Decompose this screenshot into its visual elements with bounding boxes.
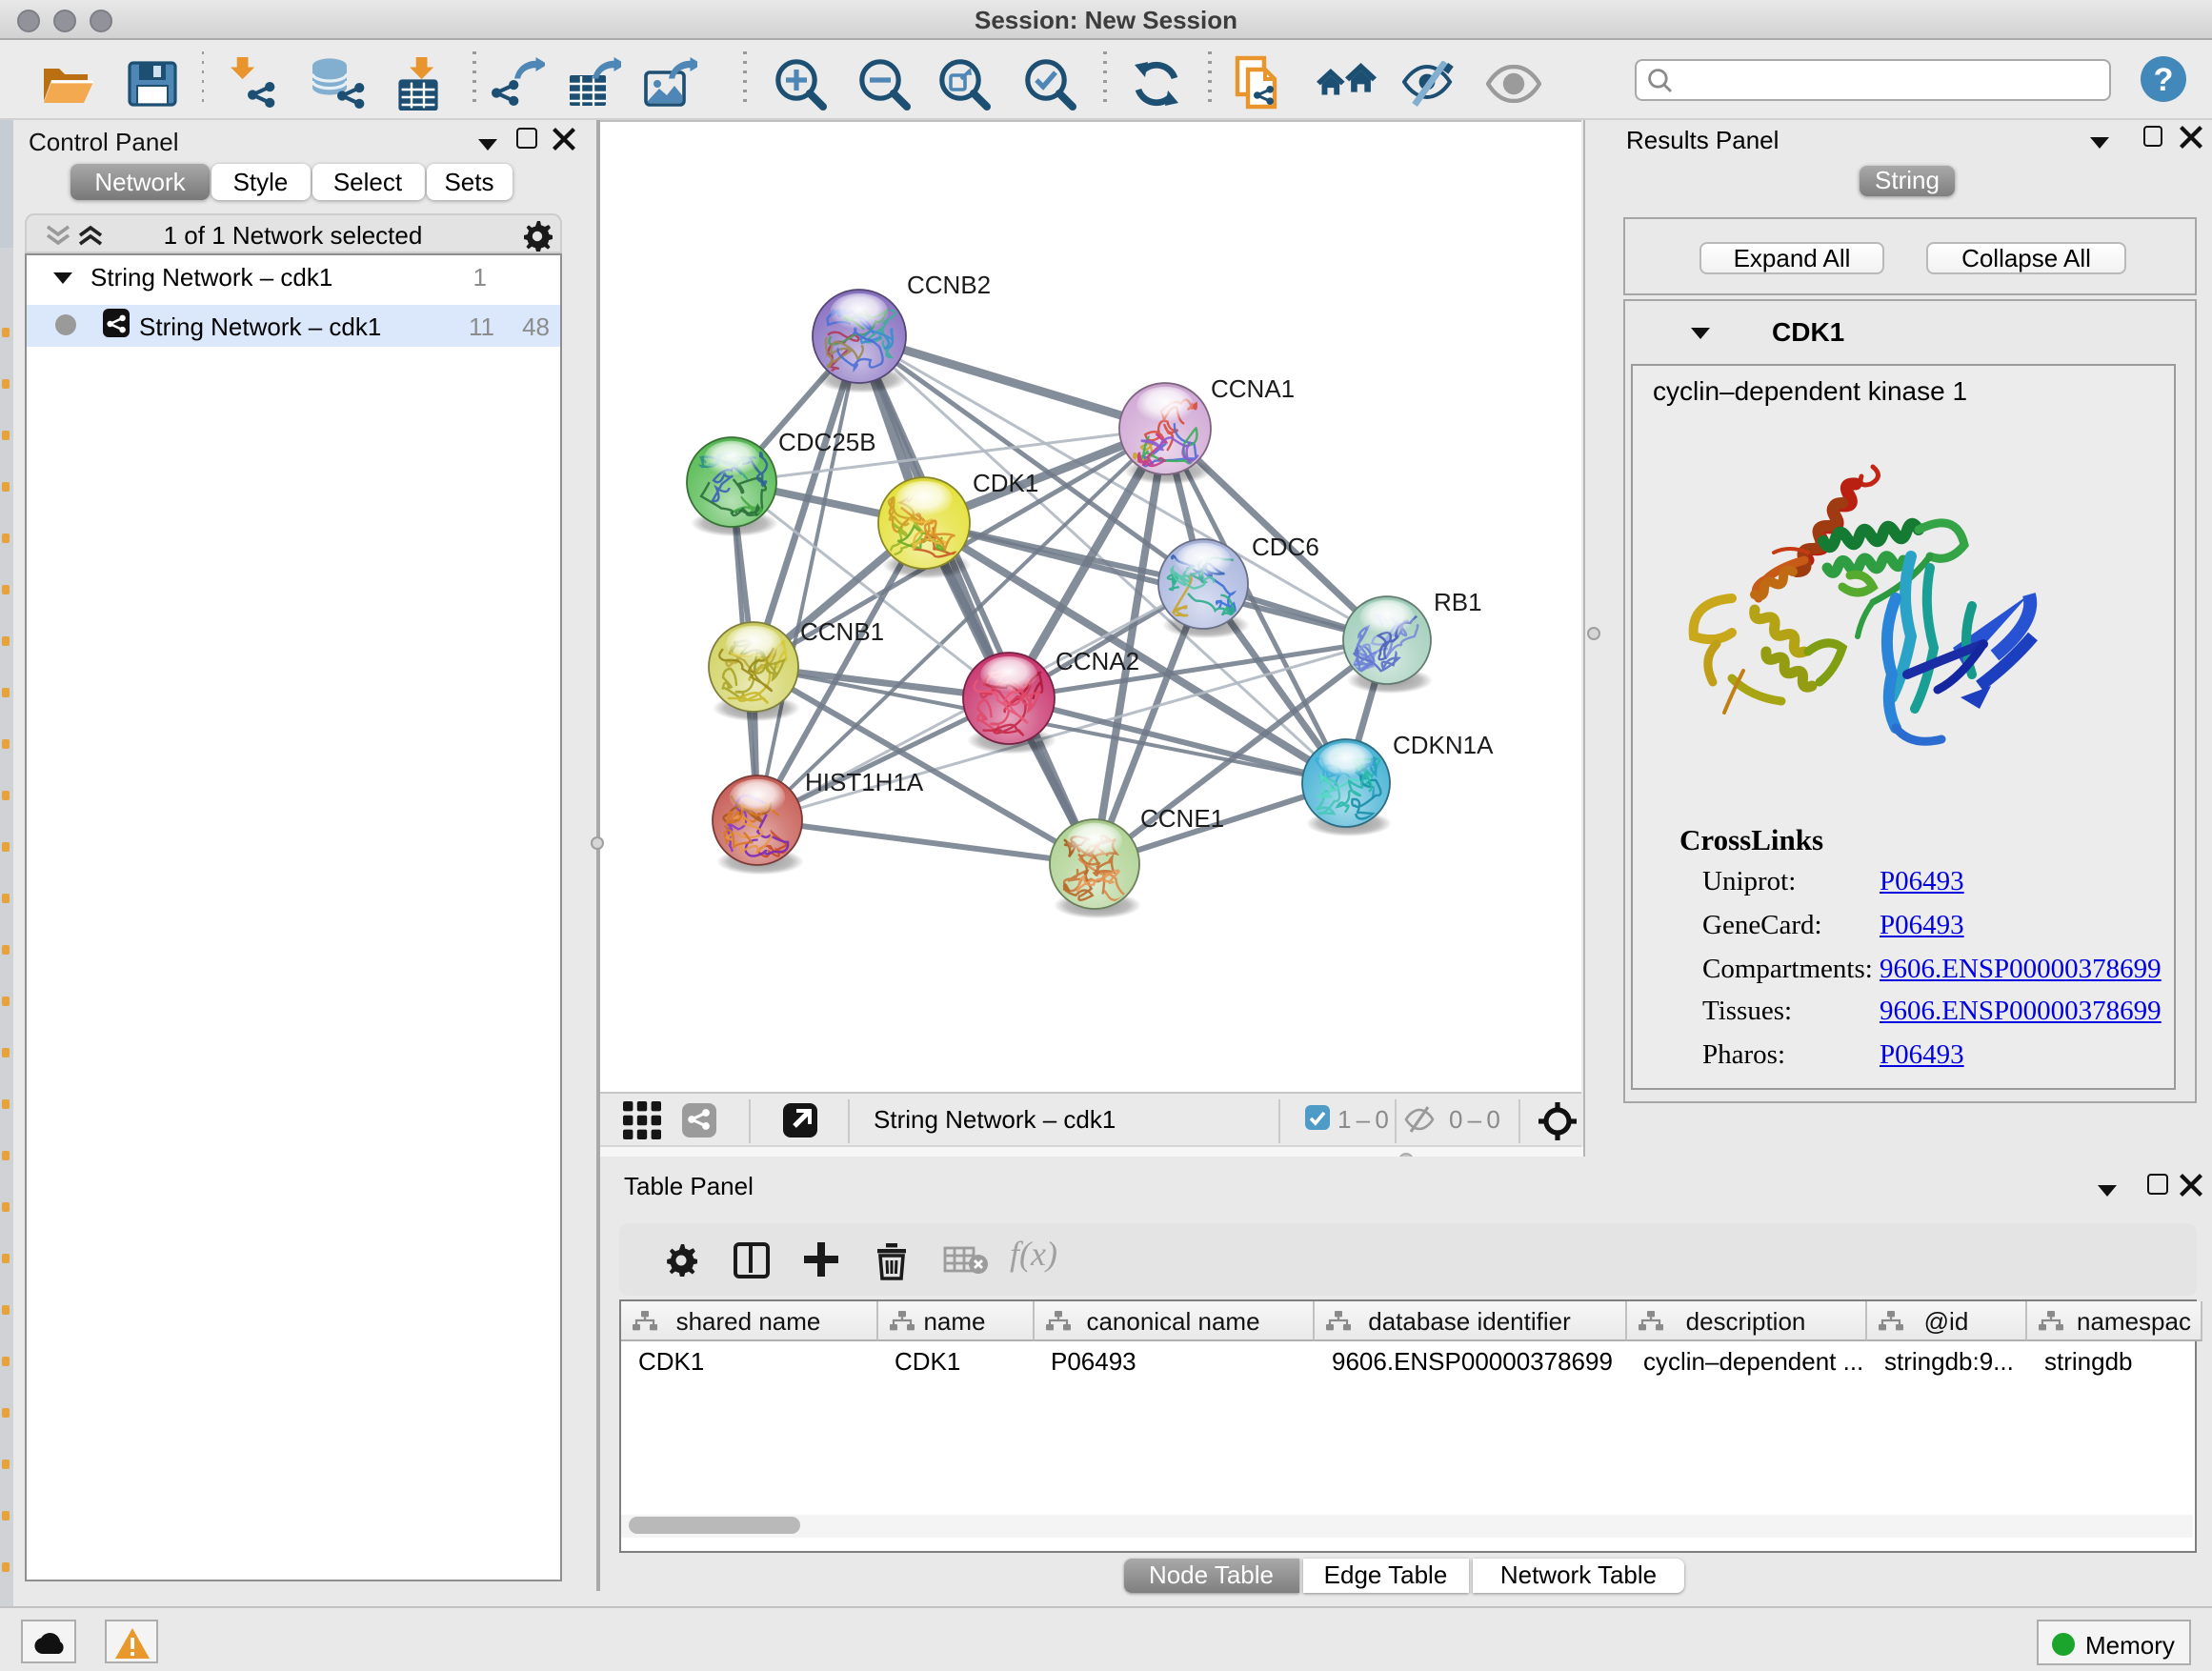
svg-text:CDKN1A: CDKN1A <box>1393 730 1494 758</box>
svg-text:CCNB1: CCNB1 <box>800 616 884 645</box>
svg-text:CDK1: CDK1 <box>973 468 1038 496</box>
svg-text:CDC25B: CDC25B <box>778 427 876 455</box>
svg-text:CCNB2: CCNB2 <box>907 270 991 298</box>
svg-text:HIST1H1A: HIST1H1A <box>805 767 924 795</box>
svg-text:?: ? <box>2154 62 2174 98</box>
svg-text:CCNA1: CCNA1 <box>1211 373 1295 402</box>
svg-text:CDC6: CDC6 <box>1252 532 1319 560</box>
svg-text:CCNA2: CCNA2 <box>1056 646 1139 674</box>
svg-text:RB1: RB1 <box>1434 587 1482 615</box>
svg-text:CCNE1: CCNE1 <box>1140 803 1224 832</box>
